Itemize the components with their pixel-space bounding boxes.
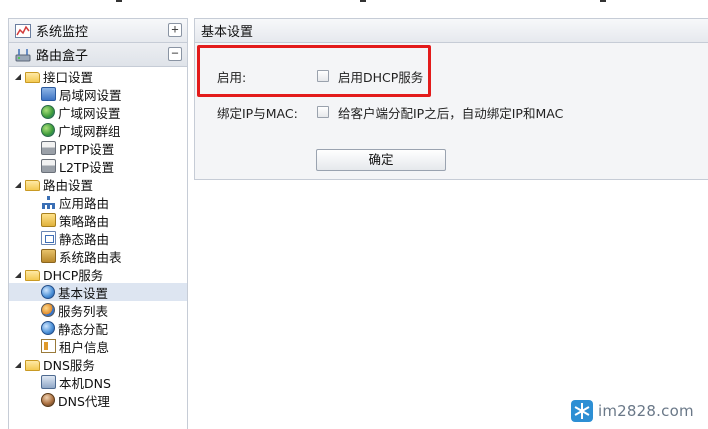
sidebar: 系统监控 + 路由盒子 − ◢ 接口设置 局域网设置 广域网设置 广域网群组 P… bbox=[8, 18, 188, 429]
tree-group-label: DHCP服务 bbox=[43, 267, 104, 283]
tree-item-label: 基本设置 bbox=[58, 285, 109, 301]
tree-group-interface[interactable]: ◢ 接口设置 bbox=[9, 67, 187, 85]
computer-icon bbox=[41, 375, 56, 389]
tree-item-label: 服务列表 bbox=[58, 303, 109, 319]
tree-item-static-route[interactable]: 静态路由 bbox=[9, 229, 187, 247]
tree-item-label: 应用路由 bbox=[59, 195, 110, 211]
globe-icon bbox=[41, 285, 55, 299]
tree-item-label: 本机DNS bbox=[59, 375, 111, 391]
accordion-header-label: 系统监控 bbox=[36, 25, 89, 40]
tree-group-label: 接口设置 bbox=[43, 69, 94, 85]
device-icon bbox=[41, 141, 56, 155]
globe-icon bbox=[41, 105, 55, 119]
folder-icon bbox=[25, 71, 40, 83]
watermark-text: im2828.com bbox=[598, 402, 694, 420]
folder-icon bbox=[25, 179, 40, 191]
accordion-header-system-monitor[interactable]: 系统监控 + bbox=[9, 19, 187, 43]
document-icon bbox=[41, 231, 56, 245]
snowflake-icon bbox=[571, 400, 593, 422]
watermark: im2828.com bbox=[571, 400, 694, 422]
tree-group-label: 路由设置 bbox=[43, 177, 94, 193]
tree-item-lan-settings[interactable]: 局域网设置 bbox=[9, 85, 187, 103]
caret-down-icon[interactable]: ◢ bbox=[13, 270, 23, 279]
tree-item-wan-group[interactable]: 广域网群组 bbox=[9, 121, 187, 139]
tree-item-app-route[interactable]: 应用路由 bbox=[9, 193, 187, 211]
tree-item-label: 系统路由表 bbox=[59, 249, 122, 265]
settings-panel: 基本设置 启用: 启用DHCP服务 绑定IP与MAC: 给客户端分配IP之后，自… bbox=[194, 18, 708, 180]
service-icon bbox=[41, 303, 55, 317]
globe-icon bbox=[41, 321, 55, 335]
router-icon bbox=[15, 48, 31, 62]
folder-icon bbox=[25, 269, 40, 281]
tree-item-static-allocation[interactable]: 静态分配 bbox=[9, 319, 187, 337]
tree-group-dhcp[interactable]: ◢ DHCP服务 bbox=[9, 265, 187, 283]
tree-item-label: 广域网设置 bbox=[58, 105, 121, 121]
lan-icon bbox=[41, 87, 56, 101]
tree-item-label: PPTP设置 bbox=[59, 141, 115, 157]
bind-ip-mac-row: 绑定IP与MAC: 给客户端分配IP之后，自动绑定IP和MAC bbox=[217, 102, 563, 122]
accordion-header-router-box[interactable]: 路由盒子 − bbox=[9, 43, 187, 67]
tree-item-label: 策略路由 bbox=[59, 213, 110, 229]
tree-item-policy-route[interactable]: 策略路由 bbox=[9, 211, 187, 229]
top-tick bbox=[360, 0, 366, 2]
tree-item-service-list[interactable]: 服务列表 bbox=[9, 301, 187, 319]
globe-icon bbox=[41, 123, 55, 137]
tree-item-basic-settings[interactable]: 基本设置 bbox=[9, 283, 187, 301]
caret-down-icon[interactable]: ◢ bbox=[13, 180, 23, 189]
tree-item-lease-info[interactable]: 租户信息 bbox=[9, 337, 187, 355]
accordion-header-label: 路由盒子 bbox=[36, 49, 89, 64]
top-tick bbox=[600, 0, 606, 2]
panel-title: 基本设置 bbox=[195, 19, 708, 43]
folder-icon bbox=[25, 359, 40, 371]
tree-item-wan-settings[interactable]: 广域网设置 bbox=[9, 103, 187, 121]
clipboard-icon bbox=[41, 249, 56, 263]
tree-item-label: DNS代理 bbox=[58, 393, 110, 409]
users-icon bbox=[41, 393, 55, 407]
bind-label: 绑定IP与MAC: bbox=[217, 105, 298, 121]
tree-item-l2tp-settings[interactable]: L2TP设置 bbox=[9, 157, 187, 175]
expand-icon[interactable]: + bbox=[168, 23, 182, 37]
policy-icon bbox=[41, 213, 56, 227]
tree-item-label: 租户信息 bbox=[59, 339, 110, 355]
tree-item-label: L2TP设置 bbox=[59, 159, 115, 175]
collapse-icon[interactable]: − bbox=[168, 47, 182, 61]
caret-down-icon[interactable]: ◢ bbox=[13, 360, 23, 369]
tree-item-pptp-settings[interactable]: PPTP设置 bbox=[9, 139, 187, 157]
top-strip bbox=[0, 0, 708, 12]
device-icon bbox=[41, 159, 56, 173]
top-tick bbox=[116, 0, 122, 2]
chart-icon bbox=[15, 23, 31, 38]
tree-item-local-dns[interactable]: 本机DNS bbox=[9, 373, 187, 391]
tree-item-label: 广域网群组 bbox=[58, 123, 121, 139]
tree-item-system-route-table[interactable]: 系统路由表 bbox=[9, 247, 187, 265]
tree-group-routing[interactable]: ◢ 路由设置 bbox=[9, 175, 187, 193]
network-tree-icon bbox=[41, 195, 56, 209]
tree-group-dns[interactable]: ◢ DNS服务 bbox=[9, 355, 187, 373]
tree-item-label: 局域网设置 bbox=[59, 87, 122, 103]
confirm-button[interactable]: 确定 bbox=[316, 149, 446, 171]
tree-item-label: 静态分配 bbox=[58, 321, 109, 337]
bind-ip-mac-checkbox[interactable] bbox=[317, 106, 329, 118]
notepad-icon bbox=[41, 339, 56, 353]
tree-item-dns-proxy[interactable]: DNS代理 bbox=[9, 391, 187, 409]
tree-item-label: 静态路由 bbox=[59, 231, 110, 247]
tree-group-label: DNS服务 bbox=[43, 357, 95, 373]
bind-ip-mac-option-label[interactable]: 给客户端分配IP之后，自动绑定IP和MAC bbox=[338, 103, 563, 122]
caret-down-icon[interactable]: ◢ bbox=[13, 72, 23, 81]
highlight-box bbox=[197, 45, 431, 97]
